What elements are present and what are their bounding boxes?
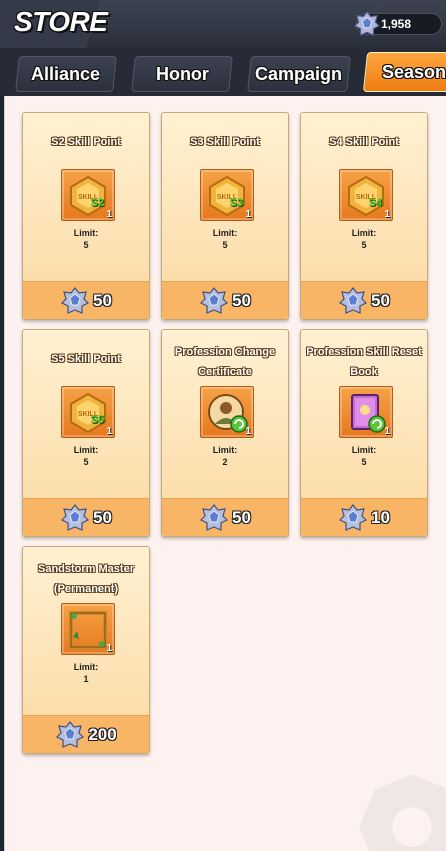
limit-label: Limit: [351, 228, 377, 238]
skill-point-icon: SKILL [209, 175, 245, 217]
item-icon-box: 1 [61, 603, 115, 655]
store-item-card[interactable]: S5 Skill Point SKILL S5 1 Limit: 5 50 [22, 329, 150, 537]
gem-icon [339, 286, 368, 314]
buy-button[interactable]: 50 [23, 498, 149, 536]
store-item-card[interactable]: S4 Skill Point SKILL S4 1 Limit: 5 50 [300, 112, 428, 320]
limit-value: 1 [83, 674, 89, 684]
gem-icon [61, 503, 90, 531]
buy-button[interactable]: 50 [301, 281, 427, 319]
buy-button[interactable]: 200 [23, 715, 149, 753]
tab-honor-label: Honor [155, 63, 209, 84]
price-value: 50 [232, 507, 251, 527]
item-name: S5 Skill Point [51, 353, 121, 365]
season-badge: S5 [90, 414, 104, 426]
gem-icon [56, 720, 85, 748]
limit-label: Limit: [73, 228, 99, 238]
price-value: 50 [371, 290, 390, 310]
limit-label: Limit: [351, 445, 377, 455]
store-item-card[interactable]: S2 Skill Point SKILL S2 1 Limit: 5 50 [22, 112, 150, 320]
limit-label: Limit: [73, 445, 99, 455]
item-quantity: 1 [245, 426, 251, 437]
tab-season-label: Season [382, 61, 446, 82]
item-quantity: 1 [106, 426, 112, 437]
tab-campaign-label: Campaign [255, 63, 343, 84]
tab-bar: Alliance Honor Campaign Season [0, 48, 446, 96]
price-value: 50 [93, 507, 112, 527]
item-quantity: 1 [245, 209, 251, 220]
item-quantity: 1 [384, 426, 390, 437]
limit-value: 5 [83, 240, 89, 250]
item-quantity: 1 [106, 209, 112, 220]
gem-icon [339, 503, 368, 531]
buy-button[interactable]: 10 [301, 498, 427, 536]
store-header: STORE 1,958 [0, 0, 446, 48]
item-icon-box: SKILL S2 1 [61, 169, 115, 221]
item-name: S2 Skill Point [51, 136, 121, 148]
limit-value: 5 [222, 240, 228, 250]
skill-point-icon: SKILL [348, 175, 384, 217]
skill-point-icon: SKILL [70, 175, 106, 217]
limit-value: 5 [361, 240, 367, 250]
item-icon-box: 1 [200, 386, 254, 438]
price-value: 50 [232, 290, 251, 310]
price-value: 50 [93, 290, 112, 310]
gem-balance: 1,958 [353, 10, 442, 37]
item-icon-box: SKILL S5 1 [61, 386, 115, 438]
item-name: Sandstorm Master (Permanent) [38, 563, 134, 595]
skill-point-icon: SKILL [70, 392, 106, 434]
tab-alliance[interactable]: Alliance [15, 56, 117, 92]
store-item-card[interactable]: Sandstorm Master (Permanent) 1 Limit: 1 … [22, 546, 150, 754]
item-name: S3 Skill Point [190, 136, 260, 148]
limit-label: Limit: [212, 445, 238, 455]
item-icon-box: 1 [339, 386, 393, 438]
season-badge: S3 [229, 197, 243, 209]
limit-label: Limit: [212, 228, 238, 238]
item-icon-box: SKILL S4 1 [339, 169, 393, 221]
gem-balance-value: 1,958 [381, 17, 412, 31]
limit-value: 5 [83, 457, 89, 467]
price-value: 10 [371, 507, 390, 527]
season-badge: S4 [368, 197, 382, 209]
store-item-card[interactable]: Profession Skill Reset Book 1 Limit: 5 1… [300, 329, 428, 537]
item-quantity: 1 [106, 643, 112, 654]
frame-icon [69, 611, 107, 649]
tab-season[interactable]: Season [362, 52, 446, 92]
watermark-emblem-icon [359, 774, 446, 851]
store-item-card[interactable]: S3 Skill Point SKILL S3 1 Limit: 5 50 [161, 112, 289, 320]
buy-button[interactable]: 50 [162, 498, 288, 536]
item-name: Profession Skill Reset Book [306, 346, 422, 378]
gem-icon [353, 10, 381, 37]
buy-button[interactable]: 50 [23, 281, 149, 319]
tab-alliance-label: Alliance [31, 63, 101, 84]
item-icon-box: SKILL S3 1 [200, 169, 254, 221]
profession-change-icon [208, 394, 248, 433]
price-value: 200 [88, 724, 117, 744]
limit-value: 5 [361, 457, 367, 467]
gem-icon [61, 286, 90, 314]
page-title: STORE [14, 6, 108, 37]
buy-button[interactable]: 50 [162, 281, 288, 319]
gem-icon [200, 286, 229, 314]
tab-campaign[interactable]: Campaign [247, 56, 351, 92]
gem-icon [200, 503, 229, 531]
item-name: S4 Skill Point [329, 136, 399, 148]
limit-label: Limit: [73, 662, 99, 672]
store-item-grid: S2 Skill Point SKILL S2 1 Limit: 5 50 S3… [4, 96, 446, 851]
item-quantity: 1 [384, 209, 390, 220]
store-item-card[interactable]: Profession Change Certificate 1 Limit: 2… [161, 329, 289, 537]
tab-honor[interactable]: Honor [131, 56, 233, 92]
season-badge: S2 [90, 197, 104, 209]
limit-value: 2 [222, 457, 228, 467]
reset-book-icon [351, 394, 386, 433]
item-name: Profession Change Certificate [174, 346, 276, 378]
